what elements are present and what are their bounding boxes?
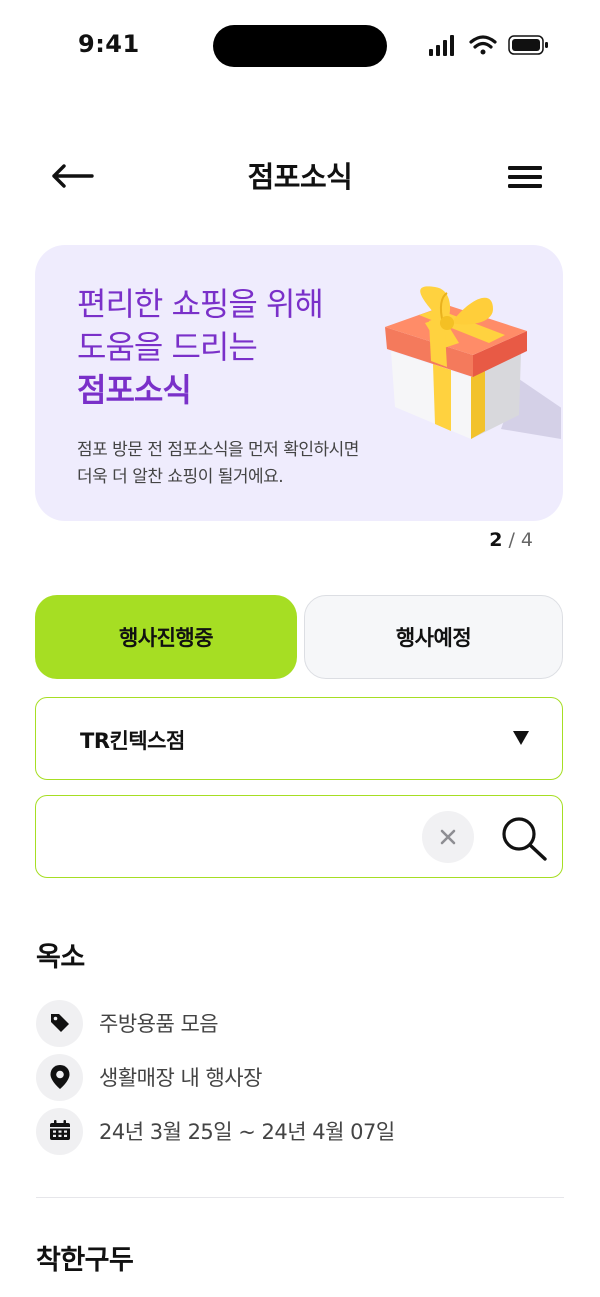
close-icon (440, 829, 456, 845)
divider (36, 1197, 564, 1198)
event-location: 생활매장 내 행사장 (99, 1066, 262, 1090)
banner-desc-line-1: 점포 방문 전 점포소식을 먼저 확인하시면 (77, 440, 359, 460)
banner-desc-line-2: 더욱 더 알찬 쇼핑이 될거에요. (77, 467, 284, 487)
signal-icon (429, 35, 454, 56)
header: 점포소식 (0, 140, 600, 210)
calendar-icon (49, 1120, 70, 1140)
dropdown-arrow-icon (513, 731, 529, 745)
search-box (35, 795, 563, 878)
promo-banner[interactable]: 편리한 쇼핑을 위해 도움을 드리는 점포소식 점포 방문 전 점포소식을 먼저… (35, 245, 563, 521)
battery-icon (508, 35, 548, 55)
gift-box-icon (385, 286, 561, 439)
wifi-icon (469, 35, 497, 55)
pager-current: 2 (489, 529, 503, 551)
event-location-row: 생활매장 내 행사장 (36, 1053, 262, 1101)
banner-title: 편리한 쇼핑을 위해 도움을 드리는 점포소식 (77, 283, 324, 412)
event-period-row: 24년 3월 25일 ~ 24년 4월 07일 (36, 1107, 395, 1155)
status-bar: 9:41 (0, 0, 600, 92)
location-icon-badge (36, 1053, 83, 1101)
calendar-icon-badge (36, 1107, 83, 1155)
pager-separator: / (502, 529, 521, 551)
store-select[interactable]: TR킨텍스점 (35, 697, 563, 780)
hamburger-menu-icon (508, 166, 542, 188)
dynamic-island (213, 25, 387, 67)
tag-icon (50, 1014, 69, 1032)
tag-icon-badge (36, 999, 83, 1047)
pager-total: 4 (520, 529, 533, 551)
banner-pager: 2 / 4 (489, 529, 533, 551)
event-category: 주방용품 모음 (99, 1012, 219, 1036)
search-icon[interactable] (499, 814, 549, 862)
banner-title-line-2: 도움을 드리는 (77, 328, 258, 366)
event-title[interactable]: 옥소 (36, 935, 85, 974)
location-pin-icon (50, 1065, 69, 1089)
status-icons (429, 35, 548, 56)
tab-ongoing-events[interactable]: 행사진행중 (35, 595, 297, 679)
tab-upcoming-events[interactable]: 행사예정 (304, 595, 563, 679)
event-period: 24년 3월 25일 ~ 24년 4월 07일 (99, 1120, 395, 1144)
menu-button[interactable] (504, 160, 546, 194)
banner-title-bold: 점포소식 (77, 371, 192, 409)
search-input[interactable] (60, 816, 420, 856)
event-title[interactable]: 착한구두 (36, 1238, 134, 1277)
status-time: 9:41 (78, 30, 140, 58)
store-select-value: TR킨텍스점 (80, 729, 185, 753)
banner-title-line-1: 편리한 쇼핑을 위해 (77, 285, 324, 323)
banner-description: 점포 방문 전 점포소식을 먼저 확인하시면 더욱 더 알찬 쇼핑이 될거에요. (77, 437, 359, 491)
clear-search-button[interactable] (422, 811, 474, 863)
event-category-row: 주방용품 모음 (36, 999, 219, 1047)
